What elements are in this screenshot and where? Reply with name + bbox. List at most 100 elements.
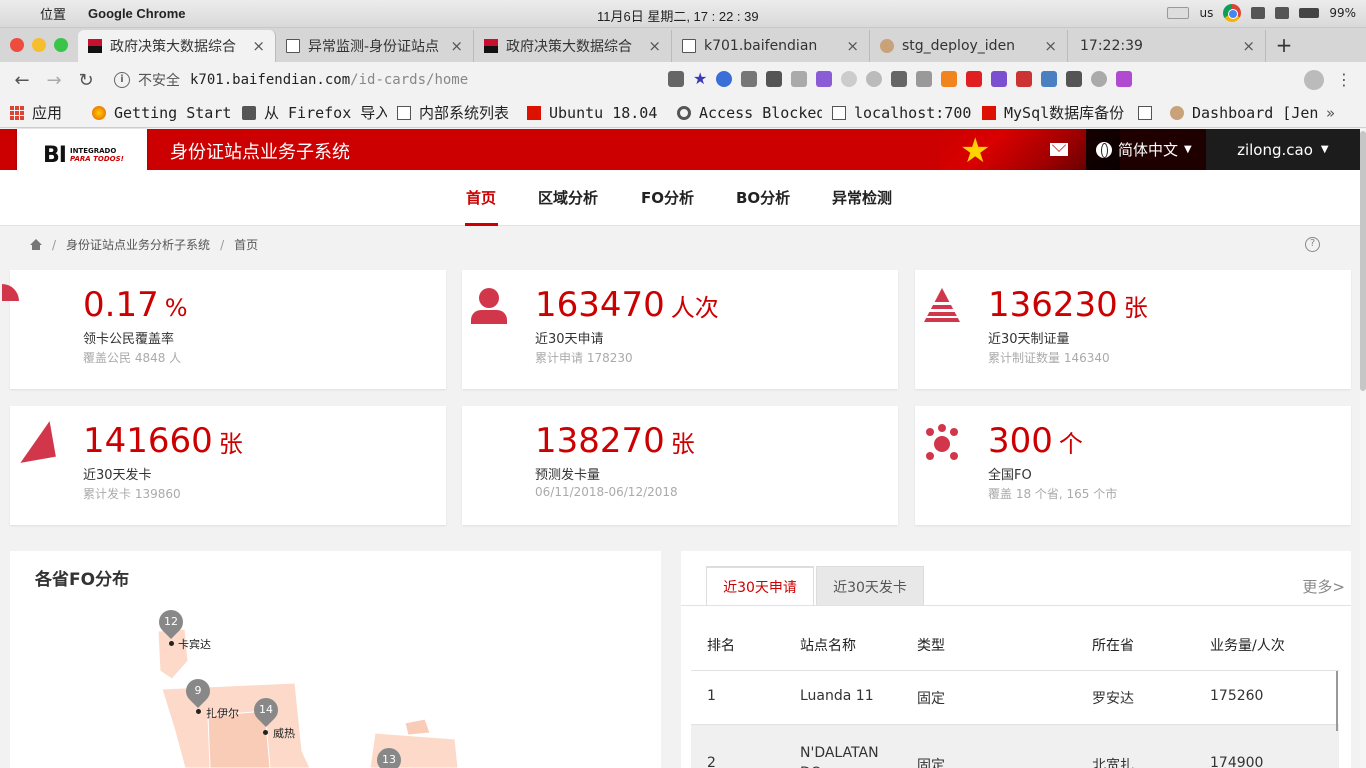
stat-subtext: 累计制证数量 146340 (988, 351, 1110, 365)
bookmark-item[interactable]: Getting Started (82, 104, 232, 122)
cell-volume: 175260 (1210, 688, 1264, 704)
bookmark-item[interactable]: localhost:7000 (822, 104, 972, 122)
close-tab-icon[interactable]: × (648, 37, 661, 55)
scrollbar-thumb[interactable] (1360, 131, 1366, 391)
extension-icon[interactable] (841, 71, 858, 87)
new-tab-button[interactable]: + (1266, 33, 1302, 57)
keyboard-layout[interactable]: us (1199, 6, 1213, 20)
close-tab-icon[interactable]: × (1242, 37, 1255, 55)
nav-region-analysis[interactable]: 区域分析 (538, 187, 598, 208)
star-icon[interactable]: ★ (693, 71, 707, 87)
extension-icon[interactable] (716, 71, 733, 87)
browser-tab[interactable]: k701.baifendian × (672, 30, 870, 62)
browser-tab[interactable]: 异常监测-身份证站点 × (276, 30, 474, 62)
stat-label: 全国FO (988, 468, 1032, 483)
more-link[interactable]: 更多> (1302, 576, 1345, 597)
nav-anomaly-detection[interactable]: 异常检测 (832, 187, 892, 208)
extension-icon[interactable] (916, 71, 933, 87)
youtube-icon[interactable] (1066, 71, 1083, 87)
browser-tab[interactable]: 政府决策大数据综合 × (474, 30, 672, 62)
security-indicator[interactable]: i 不安全 (114, 70, 180, 90)
os-clock[interactable]: 11月6日 星期二, 17 : 22 : 39 (597, 6, 759, 25)
back-arrow-icon[interactable]: ← (6, 70, 38, 91)
nav-bo-analysis[interactable]: BO分析 (736, 187, 790, 208)
map-pin[interactable]: 9 (181, 674, 215, 708)
bookmark-item[interactable]: MySql数据库备份 (972, 102, 1128, 123)
table-scrollbar[interactable] (1336, 671, 1338, 731)
profile-avatar[interactable] (1304, 70, 1324, 90)
bookmark-item[interactable]: Ubuntu 18.04 (517, 104, 667, 122)
eyedropper-icon[interactable] (766, 71, 783, 87)
os-status-area: us 99% (1167, 4, 1356, 22)
stat-value: 163470 人次 (535, 285, 719, 325)
tab-title: 异常监测-身份证站点 (308, 39, 440, 55)
stat-label: 近30天申请 (535, 332, 604, 347)
extension-icon[interactable] (941, 71, 958, 87)
nav-home[interactable]: 首页 (466, 187, 496, 208)
keyboard-icon[interactable] (1167, 7, 1190, 19)
close-tab-icon[interactable]: × (450, 37, 463, 55)
volume-icon[interactable] (1275, 7, 1290, 19)
user-menu[interactable]: zilong.cao ▼ (1205, 129, 1360, 170)
column-header: 站点名称 (800, 638, 856, 654)
tab-30day-applications[interactable]: 近30天申请 (706, 566, 814, 606)
menu-dots-icon[interactable]: ⋮ (1336, 70, 1352, 89)
stat-number: 138270 (535, 421, 665, 461)
more-bookmarks-icon[interactable]: » (1326, 104, 1335, 122)
tab-30day-issued[interactable]: 近30天发卡 (816, 566, 924, 606)
browser-tab[interactable]: 17:22:39 × (1068, 30, 1266, 62)
camera-icon[interactable] (741, 71, 758, 87)
network-icon[interactable] (1251, 7, 1266, 19)
translate-icon[interactable] (668, 71, 684, 87)
angola-map[interactable] (10, 551, 661, 768)
stat-unit: 人次 (670, 294, 719, 322)
address-bar[interactable]: i 不安全 k701.baifendian.com/id-cards/home (114, 66, 644, 94)
forward-arrow-icon[interactable]: → (38, 70, 70, 91)
help-icon[interactable]: ? (1305, 237, 1320, 252)
weather-icon[interactable] (1041, 71, 1058, 87)
extension-icon[interactable] (991, 71, 1008, 87)
mail-icon[interactable] (1050, 143, 1068, 156)
gmail-icon[interactable] (1016, 71, 1033, 87)
bookmark-apps[interactable]: 应用 (0, 102, 82, 123)
fe-extension-icon[interactable] (966, 71, 983, 87)
extension-icon[interactable] (1091, 71, 1108, 87)
reload-icon[interactable]: ↻ (70, 70, 102, 91)
language-selector[interactable]: 简体中文 ▼ (1086, 129, 1206, 170)
column-header: 所在省 (1092, 638, 1134, 654)
battery-icon[interactable] (1299, 8, 1320, 18)
map-pin[interactable]: 13 (372, 743, 406, 768)
bookmark-item[interactable]: Dashboard [Jenkins] (1160, 104, 1320, 122)
os-menu-location[interactable]: 位置 (40, 4, 66, 23)
page-scrollbar[interactable] (1360, 129, 1366, 768)
bookmark-item[interactable] (1128, 105, 1160, 120)
window-controls (0, 38, 78, 52)
close-tab-icon[interactable]: × (1044, 37, 1057, 55)
bookmark-folder[interactable]: 从 Firefox 导入 (232, 102, 387, 123)
nav-fo-analysis[interactable]: FO分析 (641, 187, 694, 208)
bookmark-item[interactable]: Access Blocked (667, 104, 822, 122)
close-tab-icon[interactable]: × (846, 37, 859, 55)
table-row[interactable]: 2 N'DALATAN DO 固定 北宽扎 174900 (691, 725, 1339, 768)
browser-tab[interactable]: stg_deploy_iden × (870, 30, 1068, 62)
bookmark-item[interactable]: 内部系统列表 (387, 102, 517, 123)
jh-extension-icon[interactable] (816, 71, 833, 87)
map-pin[interactable]: 14 (249, 693, 283, 727)
maximize-window-button[interactable] (54, 38, 68, 52)
extension-icon[interactable] (891, 71, 908, 87)
extension-icon[interactable] (866, 71, 883, 87)
browser-tab[interactable]: 政府决策大数据综合 × (78, 30, 276, 62)
table-row[interactable]: 1 Luanda 11 固定 罗安达 175260 (691, 671, 1339, 725)
extension-icon[interactable] (1116, 71, 1133, 87)
extension-icon[interactable] (791, 71, 808, 87)
cell-type: 固定 (917, 758, 945, 768)
url-path: /id-cards/home (350, 72, 469, 88)
home-icon[interactable] (30, 239, 42, 250)
breadcrumb-item[interactable]: 身份证站点业务分析子系统 (66, 236, 210, 253)
os-app-name[interactable]: Google Chrome (88, 6, 186, 21)
close-window-button[interactable] (10, 38, 24, 52)
minimize-window-button[interactable] (32, 38, 46, 52)
map-pin[interactable]: 12 (154, 605, 188, 639)
chrome-icon[interactable] (1223, 4, 1242, 22)
close-tab-icon[interactable]: × (252, 37, 265, 55)
